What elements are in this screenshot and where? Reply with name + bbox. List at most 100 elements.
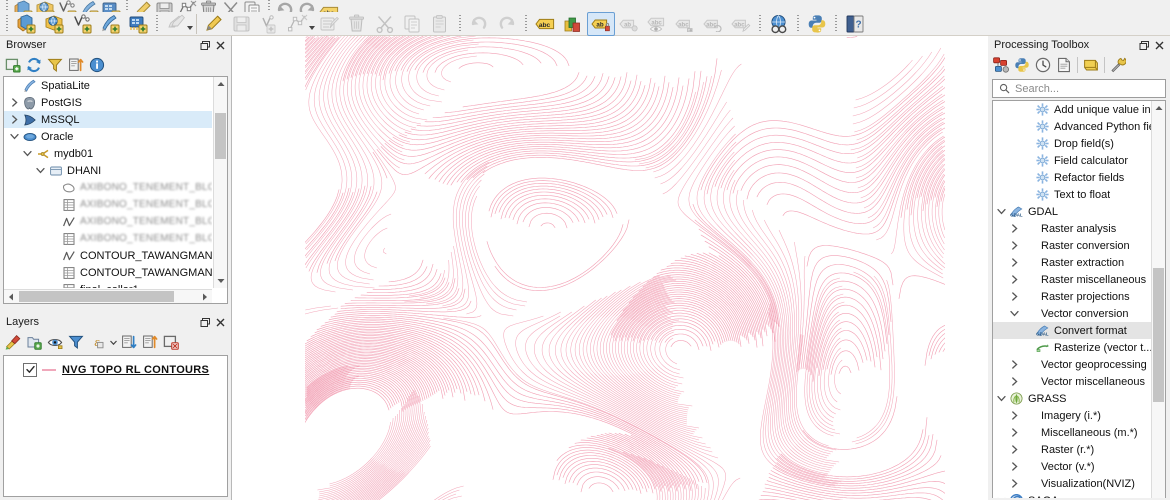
tree-group-row[interactable]: Vector geoprocessing <box>993 356 1151 373</box>
layer-visibility-checkbox[interactable] <box>23 362 37 377</box>
processing-tree[interactable]: Add unique value ind... Advanced Python f… <box>992 100 1166 498</box>
toolbar-grip-help-toolbar[interactable] <box>833 13 839 34</box>
tree-group-row[interactable]: DHANI <box>4 162 212 179</box>
tree-group-row[interactable]: mydb01 <box>4 145 212 162</box>
chevron-right-icon[interactable] <box>1008 356 1021 373</box>
chevron-right-icon[interactable] <box>1008 254 1021 271</box>
chevron-right-icon[interactable] <box>1008 407 1021 424</box>
pin-labels-icon[interactable]: ab <box>587 11 615 36</box>
tree-item-row[interactable]: GDAL Convert format <box>993 322 1151 339</box>
close-icon[interactable] <box>213 315 228 330</box>
tree-group-row[interactable]: Raster projections <box>993 288 1151 305</box>
measure-icon[interactable] <box>242 0 264 12</box>
chevron-right-icon[interactable] <box>1008 424 1021 441</box>
tree-item-row[interactable]: CONTOUR_TAWANGMANG <box>4 247 212 264</box>
remove-layer-icon[interactable] <box>161 332 181 352</box>
layer-diagram-options-icon[interactable] <box>559 12 587 36</box>
python-console-icon[interactable] <box>803 12 831 36</box>
add-raster-layer-icon[interactable] <box>40 12 68 36</box>
manage-map-themes-icon[interactable] <box>45 332 65 352</box>
edit-model-icon[interactable] <box>1081 55 1101 75</box>
tree-group-row[interactable]: Raster miscellaneous <box>993 271 1151 288</box>
filter-browser-icon[interactable] <box>45 55 65 75</box>
toolbar-grip[interactable] <box>124 0 130 12</box>
tree-item-row[interactable]: AXIBONO_TENEMENT_BLC <box>4 230 212 247</box>
text-annotation-icon[interactable] <box>274 0 296 12</box>
map-canvas[interactable] <box>231 36 988 500</box>
chevron-down-icon[interactable] <box>108 332 118 352</box>
chevron-right-icon[interactable] <box>8 94 21 111</box>
tree-group-row[interactable]: Vector conversion <box>993 305 1151 322</box>
chevron-down-icon[interactable] <box>995 203 1008 220</box>
pan-map-icon[interactable] <box>100 0 122 12</box>
tree-group-row[interactable]: Raster conversion <box>993 237 1151 254</box>
select-features-icon[interactable] <box>198 0 220 12</box>
toolbar-grip-label-toolbar[interactable] <box>523 13 529 34</box>
tree-group-row[interactable]: GRASS <box>993 390 1151 407</box>
toolbar-grip-manage-layers-toolbar[interactable] <box>4 13 10 34</box>
browser-vertical-scrollbar[interactable] <box>213 77 227 288</box>
filter-legend-expression-icon[interactable]: ε <box>87 332 107 352</box>
toolbar-grip[interactable] <box>4 0 10 12</box>
tree-group-row[interactable]: Oracle <box>4 128 212 145</box>
tree-group-row[interactable]: Raster (r.*) <box>993 441 1151 458</box>
properties-icon[interactable] <box>87 55 107 75</box>
add-delimited-text-layer-icon[interactable] <box>68 12 96 36</box>
undock-icon[interactable] <box>198 38 213 53</box>
add-vector-layer-icon[interactable] <box>12 12 40 36</box>
save-project-icon[interactable] <box>34 0 56 12</box>
toolbar-grip-undo-redo-toolbar[interactable] <box>457 13 463 34</box>
tree-group-row[interactable]: GDAL GDAL <box>993 203 1151 220</box>
chevron-right-icon[interactable] <box>1008 475 1021 492</box>
identify-icon[interactable] <box>176 0 198 12</box>
chevron-down-icon[interactable] <box>34 162 47 179</box>
open-layer-styling-panel-icon[interactable] <box>3 332 23 352</box>
layer-labeling-options-icon[interactable]: abc <box>531 12 559 36</box>
undock-icon[interactable] <box>198 315 213 330</box>
chevron-down-icon[interactable] <box>21 145 34 162</box>
tree-item-row[interactable]: final_collar1 <box>4 281 212 288</box>
style-manager-icon[interactable] <box>78 0 100 12</box>
processing-vertical-scrollbar[interactable] <box>1151 101 1165 498</box>
python-console-icon[interactable] <box>296 0 318 12</box>
tree-group-row[interactable]: SAGA <box>993 492 1151 498</box>
chevron-down-icon[interactable] <box>8 128 21 145</box>
tree-item-row[interactable]: Text to float <box>993 186 1151 203</box>
tree-item-row[interactable]: Advanced Python fiel... <box>993 118 1151 135</box>
tree-group-row[interactable]: Raster extraction <box>993 254 1151 271</box>
processing-search-field[interactable]: Search... <box>992 79 1166 98</box>
help-icon[interactable]: abc <box>318 0 340 12</box>
scroll-left-icon[interactable] <box>4 290 18 303</box>
chevron-right-icon[interactable] <box>1008 458 1021 475</box>
toolbar-grip-web-toolbar[interactable] <box>757 13 763 34</box>
chevron-right-icon[interactable] <box>8 111 21 128</box>
open-project-icon[interactable] <box>12 0 34 12</box>
history-icon[interactable] <box>1033 55 1053 75</box>
undock-icon[interactable] <box>1137 38 1152 53</box>
chevron-right-icon[interactable] <box>1008 288 1021 305</box>
toolbar-grip[interactable] <box>266 0 272 12</box>
tree-item-row[interactable]: Field calculator <box>993 152 1151 169</box>
scroll-up-icon[interactable] <box>1152 101 1165 115</box>
tree-group-row[interactable]: MSSQL <box>4 111 212 128</box>
toolbar-grip-digitizing-toolbar[interactable] <box>154 13 160 34</box>
models-icon[interactable] <box>991 55 1011 75</box>
zoom-full-icon[interactable] <box>154 0 176 12</box>
chevron-down-icon[interactable] <box>995 390 1008 407</box>
scroll-up-icon[interactable] <box>214 77 227 91</box>
new-print-layout-icon[interactable] <box>56 0 78 12</box>
chevron-right-icon[interactable] <box>1008 441 1021 458</box>
tree-group-row[interactable]: PostGIS <box>4 94 212 111</box>
close-icon[interactable] <box>213 38 228 53</box>
deselect-icon[interactable] <box>220 0 242 12</box>
tree-item-row[interactable]: Drop field(s) <box>993 135 1151 152</box>
expand-all-icon[interactable] <box>119 332 139 352</box>
results-viewer-icon[interactable] <box>1054 55 1074 75</box>
tree-item-row[interactable]: CONTOUR_TAWANGMANG <box>4 264 212 281</box>
scrollbar-thumb[interactable] <box>215 113 226 159</box>
toggle-editing-icon[interactable] <box>200 12 228 36</box>
add-layer-icon[interactable] <box>3 55 23 75</box>
metasearch-icon[interactable] <box>765 12 793 36</box>
chevron-right-icon[interactable] <box>1008 373 1021 390</box>
scroll-right-icon[interactable] <box>198 290 212 303</box>
